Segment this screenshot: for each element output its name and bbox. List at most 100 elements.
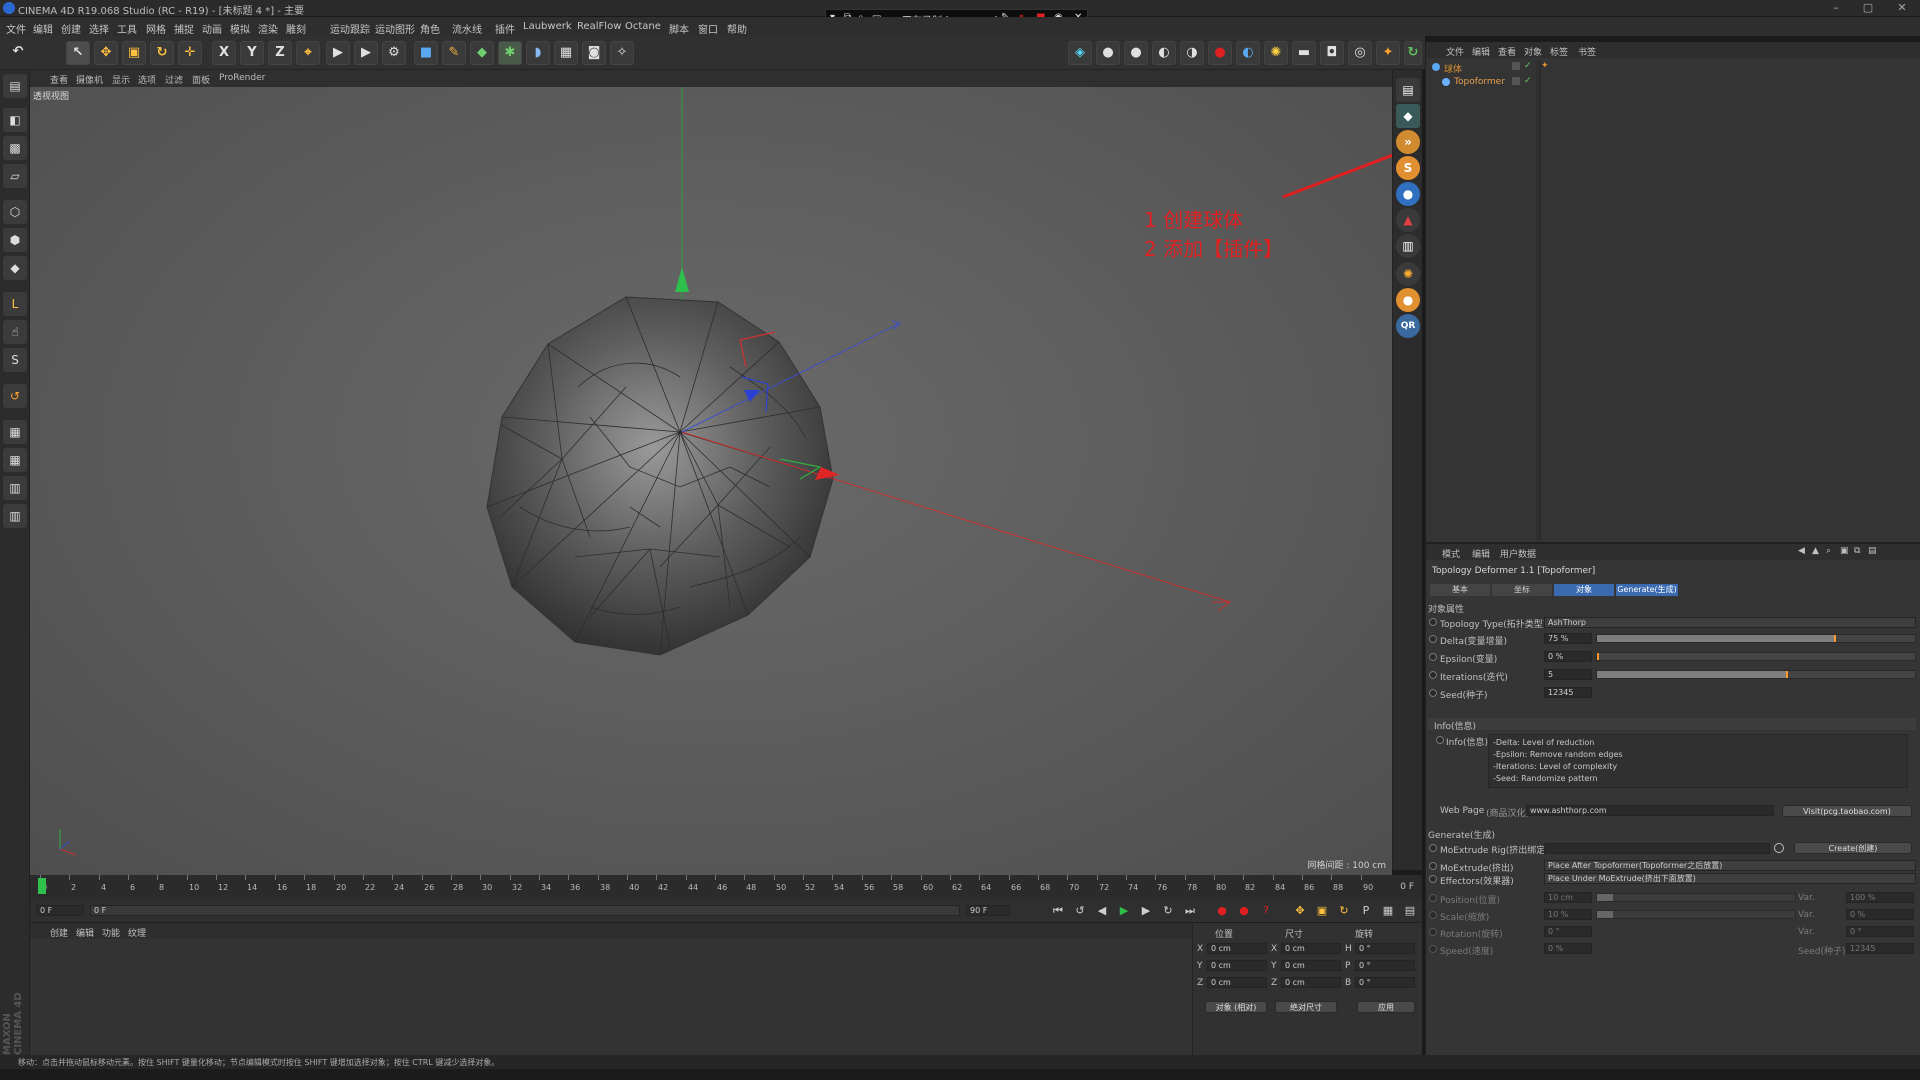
- playhead[interactable]: [38, 878, 46, 894]
- last-tool-icon[interactable]: ✛: [178, 41, 202, 65]
- y-axis-lock-icon[interactable]: Y: [240, 41, 264, 65]
- info-group-header[interactable]: Info(信息): [1434, 719, 1476, 732]
- menu-9[interactable]: 渲染: [258, 21, 278, 36]
- object-name[interactable]: 球体: [1444, 62, 1462, 75]
- octane-render-icon[interactable]: ●: [1208, 41, 1232, 65]
- rotation-field[interactable]: 0 °: [1355, 960, 1415, 971]
- object-menu-0[interactable]: 文件: [1446, 45, 1464, 58]
- param-slider[interactable]: [1596, 670, 1916, 679]
- plugin-orb-icon[interactable]: ●: [1396, 288, 1420, 312]
- octane-dark-icon[interactable]: ◘: [1320, 41, 1344, 65]
- new-window-icon[interactable]: ⧉: [1854, 546, 1860, 556]
- texture-mode-icon[interactable]: ▩: [3, 136, 27, 160]
- generate-param-value[interactable]: 0 °: [1544, 926, 1592, 937]
- object-name[interactable]: Topoformer: [1454, 77, 1505, 87]
- generate-param-value[interactable]: 0 %: [1544, 943, 1592, 954]
- menu-15[interactable]: 插件: [495, 21, 515, 36]
- topology-type-radio[interactable]: [1429, 618, 1437, 626]
- web-page-url[interactable]: www.ashthorp.com: [1526, 805, 1774, 816]
- viewport-menu-2[interactable]: 显示: [112, 73, 130, 86]
- frame-range-slider[interactable]: 0 F: [90, 905, 960, 916]
- param-value-field[interactable]: 5: [1544, 669, 1592, 680]
- menu-17[interactable]: RealFlow: [577, 21, 621, 32]
- y-axis-handle[interactable]: [675, 267, 689, 292]
- moextrude-dropdown[interactable]: Place After Topoformer(Topoformer之后放置): [1544, 860, 1916, 871]
- coordinate-system-icon[interactable]: ⌖: [296, 41, 320, 65]
- generate-param-radio[interactable]: [1429, 945, 1437, 953]
- generate-param-value[interactable]: 10 %: [1544, 909, 1592, 920]
- tab-object[interactable]: 对象: [1554, 584, 1614, 596]
- plugin-qr-icon[interactable]: QR: [1396, 314, 1420, 338]
- search-icon[interactable]: ⌕: [1826, 546, 1831, 556]
- object-menu-2[interactable]: 查看: [1498, 45, 1516, 58]
- viewport-menu-1[interactable]: 摄像机: [76, 73, 103, 86]
- octane-refresh-icon[interactable]: ↻: [1404, 41, 1422, 65]
- effectors-dropdown[interactable]: Place Under MoExtrude(挤出下面放置): [1544, 873, 1916, 884]
- layout-icon[interactable]: ▤: [1396, 78, 1420, 102]
- goto-start-icon[interactable]: ⏮: [1050, 903, 1066, 919]
- generate-param-value[interactable]: 10 cm: [1544, 892, 1592, 903]
- key-rotation-icon[interactable]: ↻: [1336, 903, 1352, 919]
- subdivision-icon[interactable]: ◆: [470, 41, 494, 65]
- z-axis-lock-icon[interactable]: Z: [268, 41, 292, 65]
- cube-primitive-icon[interactable]: ■: [414, 41, 438, 65]
- effectors-radio[interactable]: [1429, 875, 1437, 883]
- octane-sun-icon[interactable]: ✺: [1264, 41, 1288, 65]
- param-value-field[interactable]: 12345: [1544, 687, 1592, 698]
- octane-live-viewer-icon[interactable]: ◈: [1068, 41, 1092, 65]
- light-icon[interactable]: ✧: [610, 41, 634, 65]
- octane-area-light-icon[interactable]: ▬: [1292, 41, 1316, 65]
- end-frame-field[interactable]: 90 F: [966, 905, 1010, 916]
- menu-1[interactable]: 编辑: [33, 21, 53, 36]
- visibility-editor-icon[interactable]: [1512, 62, 1520, 70]
- plugin-cone-icon[interactable]: ▲: [1396, 208, 1420, 232]
- plugin-spheres-icon[interactable]: ●: [1396, 182, 1420, 206]
- points-mode-icon[interactable]: ⬡: [3, 200, 27, 224]
- model-mode-icon[interactable]: ◧: [3, 108, 27, 132]
- rotation-field[interactable]: 0 °: [1355, 977, 1415, 988]
- param-radio[interactable]: [1429, 689, 1437, 697]
- visibility-editor-icon[interactable]: [1512, 77, 1520, 85]
- menu-21[interactable]: 帮助: [727, 21, 747, 36]
- generate-param-radio[interactable]: [1429, 911, 1437, 919]
- select-tool-icon[interactable]: ↖: [66, 41, 90, 65]
- scale-tool-icon[interactable]: ▣: [122, 41, 146, 65]
- menu-14[interactable]: 流水线: [452, 21, 482, 36]
- render-picture-viewer-icon[interactable]: ▶: [354, 41, 378, 65]
- plugin-chevron-icon[interactable]: »: [1396, 130, 1420, 154]
- generate-var-value[interactable]: 0 °: [1846, 926, 1914, 937]
- viewport-menu-4[interactable]: 过滤: [165, 73, 183, 86]
- info-radio[interactable]: [1436, 736, 1444, 744]
- menu-5[interactable]: 网格: [146, 21, 166, 36]
- menu-19[interactable]: 脚本: [669, 21, 689, 36]
- planar-workplane-icon[interactable]: ▥: [3, 476, 27, 500]
- prev-key-icon[interactable]: ↺: [1072, 903, 1088, 919]
- solo-icon[interactable]: ▥: [3, 504, 27, 528]
- x-axis-lock-icon[interactable]: X: [212, 41, 236, 65]
- menu-2[interactable]: 创建: [61, 21, 81, 36]
- octane-glossy-icon[interactable]: ◐: [1152, 41, 1176, 65]
- grid-icon[interactable]: ▦: [3, 420, 27, 444]
- tweak-icon[interactable]: ☝: [3, 320, 27, 344]
- param-slider[interactable]: [1596, 652, 1916, 661]
- snap-icon[interactable]: S: [3, 348, 27, 372]
- size-mode-dropdown[interactable]: 绝对尺寸: [1275, 1001, 1337, 1013]
- generate-var-value[interactable]: 100 %: [1846, 892, 1914, 903]
- coord-mode-dropdown[interactable]: 对象 (相对): [1205, 1001, 1267, 1013]
- lock-workplane-icon[interactable]: ▦: [3, 448, 27, 472]
- size-field[interactable]: 0 cm: [1281, 977, 1341, 988]
- array-icon[interactable]: ✱: [498, 41, 522, 65]
- rotation-field[interactable]: 0 °: [1355, 943, 1415, 954]
- perspective-viewport[interactable]: 透视视图 1 创建球体 2 添加【插件】 网格间距: 100 cm: [30, 87, 1392, 875]
- plugin-atom-icon[interactable]: ✺: [1396, 262, 1420, 286]
- param-slider-knob[interactable]: [1833, 635, 1836, 642]
- start-frame-field[interactable]: 0 F: [36, 905, 84, 916]
- param-radio[interactable]: [1429, 671, 1437, 679]
- tab-basic[interactable]: 基本: [1430, 584, 1490, 596]
- render-view-icon[interactable]: ▶: [326, 41, 350, 65]
- material-menu-2[interactable]: 功能: [102, 926, 120, 939]
- key-pla-icon[interactable]: ▦: [1380, 903, 1396, 919]
- menu-11[interactable]: 运动跟踪: [330, 21, 370, 36]
- rotate-tool-icon[interactable]: ↻: [150, 41, 174, 65]
- param-value-field[interactable]: 75 %: [1544, 633, 1592, 644]
